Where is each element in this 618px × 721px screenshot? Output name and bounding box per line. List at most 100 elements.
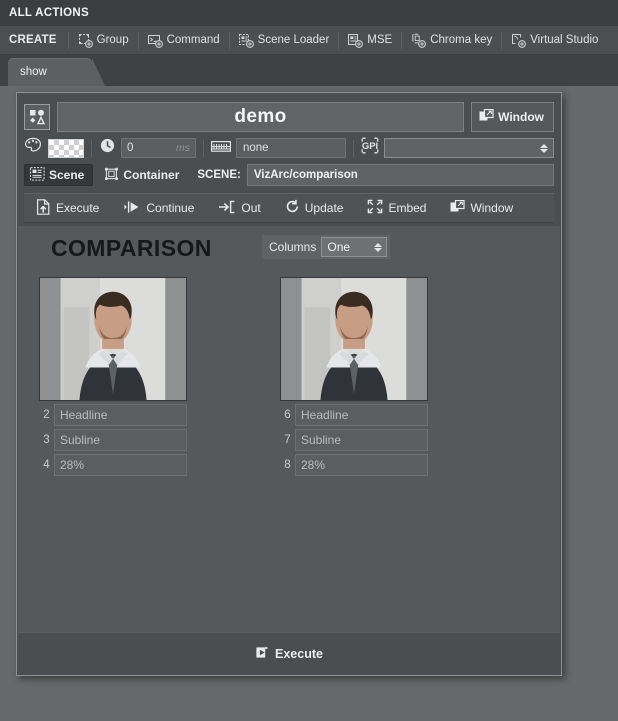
- execute-action-button[interactable]: Execute: [24, 194, 111, 222]
- percentage-input[interactable]: 28%: [54, 454, 187, 476]
- shortcut-value: none: [243, 142, 269, 154]
- field-index: 8: [284, 459, 291, 471]
- tab-container[interactable]: Container: [99, 164, 187, 186]
- virtual-studio-add-icon: [511, 33, 527, 48]
- shortcut-input[interactable]: none: [236, 138, 346, 158]
- action-name-input[interactable]: demo: [57, 102, 465, 132]
- container-icon: [104, 167, 119, 184]
- scene-field-label: SCENE:: [197, 169, 241, 181]
- scene-path-value: VizArc/comparison: [253, 169, 358, 181]
- footer-execute-label: Execute: [275, 646, 323, 661]
- scene-content-area: COMPARISON Columns One 2 Headline 3 Subl…: [18, 226, 560, 633]
- percentage-value: 28%: [60, 458, 85, 472]
- toolbar-divider: [338, 31, 340, 49]
- toolbar-divider: [67, 31, 69, 49]
- title-window-label: Window: [498, 110, 544, 124]
- gpi-icon: GPI: [361, 137, 379, 159]
- continue-action-label: Continue: [146, 201, 195, 215]
- scene-loader-add-icon: [238, 33, 254, 48]
- tab-show[interactable]: show: [8, 58, 105, 86]
- subline-input[interactable]: Subline: [54, 429, 187, 451]
- percentage-value: 28%: [301, 458, 326, 472]
- color-swatch[interactable]: [48, 138, 84, 158]
- props-divider: [91, 139, 92, 157]
- dialog-footer: Execute: [18, 632, 560, 674]
- tab-scene-label: Scene: [49, 168, 85, 182]
- embed-action-button[interactable]: Embed: [355, 194, 438, 222]
- scene-action-toolbar: Execute Continue Out Update Embed Window: [24, 193, 554, 223]
- comparison-card: 2 Headline 3 Subline 4 28%: [39, 277, 187, 476]
- title-window-button[interactable]: Window: [471, 102, 554, 132]
- headline-input[interactable]: Headline: [295, 404, 428, 426]
- scene-icon: [30, 166, 45, 184]
- card-field-row: 4 28%: [39, 454, 187, 476]
- toolbar-divider: [501, 31, 503, 49]
- command-add-icon: [147, 33, 163, 48]
- scene-path-input[interactable]: VizArc/comparison: [246, 164, 554, 186]
- palette-icon[interactable]: [24, 137, 43, 159]
- footer-execute-button[interactable]: Execute: [243, 640, 335, 668]
- gpi-select[interactable]: [384, 138, 554, 158]
- columns-select[interactable]: One: [321, 237, 388, 257]
- field-index: 2: [43, 409, 50, 421]
- card-field-row: 8 28%: [280, 454, 428, 476]
- create-command-label: Command: [166, 34, 220, 46]
- update-icon: [285, 199, 300, 217]
- toolbar-divider: [137, 31, 139, 49]
- create-toolbar: CREATE Group Command Scene Loader MSE Ch…: [0, 26, 618, 55]
- field-index: 3: [43, 434, 50, 446]
- chroma-key-add-icon: [411, 33, 427, 48]
- card-image-thumbnail[interactable]: [280, 277, 428, 401]
- create-mse-button[interactable]: MSE: [342, 31, 398, 50]
- create-virtual-studio-label: Virtual Studio: [530, 34, 599, 46]
- create-group-button[interactable]: Group: [72, 31, 135, 50]
- create-chroma-key-button[interactable]: Chroma key: [405, 31, 498, 50]
- create-chroma-key-label: Chroma key: [430, 34, 493, 46]
- headline-value: Headline: [301, 408, 349, 422]
- execute-icon: [255, 645, 270, 663]
- spinner-icon: [540, 143, 548, 153]
- subline-input[interactable]: Subline: [295, 429, 428, 451]
- update-action-button[interactable]: Update: [273, 194, 356, 222]
- create-group-label: Group: [96, 34, 129, 46]
- update-action-label: Update: [304, 201, 344, 215]
- clock-icon: [99, 137, 116, 159]
- man-in-suit-portrait: [40, 278, 186, 400]
- workspace: demo Window 0 ms none GPI Scene Containe…: [0, 86, 618, 721]
- toolbar-divider: [228, 31, 230, 49]
- spinner-icon: [374, 242, 383, 252]
- create-command-button[interactable]: Command: [142, 31, 226, 50]
- dialog-target-row: Scene Container SCENE: VizArc/comparison: [24, 163, 554, 187]
- out-action-button[interactable]: Out: [206, 194, 272, 222]
- create-scene-loader-button[interactable]: Scene Loader: [233, 31, 336, 50]
- create-virtual-studio-button[interactable]: Virtual Studio: [505, 31, 604, 50]
- delay-input[interactable]: 0 ms: [121, 138, 196, 158]
- field-index: 7: [284, 434, 291, 446]
- action-dialog: demo Window 0 ms none GPI Scene Containe…: [16, 92, 562, 676]
- execute-action-label: Execute: [56, 201, 100, 215]
- dialog-props-row: 0 ms none GPI: [24, 137, 554, 159]
- all-actions-title: ALL ACTIONS: [9, 7, 89, 19]
- app-root: ALL ACTIONS CREATE Group Command Scene L…: [0, 0, 618, 721]
- dialog-title-row: demo Window: [24, 102, 554, 132]
- window-action-label: Window: [470, 201, 514, 215]
- continue-action-button[interactable]: Continue: [111, 194, 206, 222]
- out-icon: [218, 200, 236, 217]
- window-action-button[interactable]: Window: [438, 194, 525, 222]
- headline-input[interactable]: Headline: [54, 404, 187, 426]
- props-divider: [353, 139, 354, 157]
- tab-container-label: Container: [123, 168, 180, 182]
- card-image-thumbnail[interactable]: [39, 277, 187, 401]
- tab-show-label: show: [20, 66, 47, 78]
- tab-strip: show: [0, 54, 618, 86]
- svg-text:GPI: GPI: [362, 141, 378, 152]
- window-icon: [450, 199, 466, 217]
- create-mse-label: MSE: [367, 34, 393, 46]
- props-divider: [203, 139, 204, 157]
- percentage-input[interactable]: 28%: [295, 454, 428, 476]
- delay-unit: ms: [176, 142, 190, 154]
- page-title: COMPARISON: [51, 235, 212, 261]
- tab-scene[interactable]: Scene: [24, 164, 94, 186]
- toolbar-divider: [401, 31, 403, 49]
- subline-value: Subline: [60, 433, 101, 447]
